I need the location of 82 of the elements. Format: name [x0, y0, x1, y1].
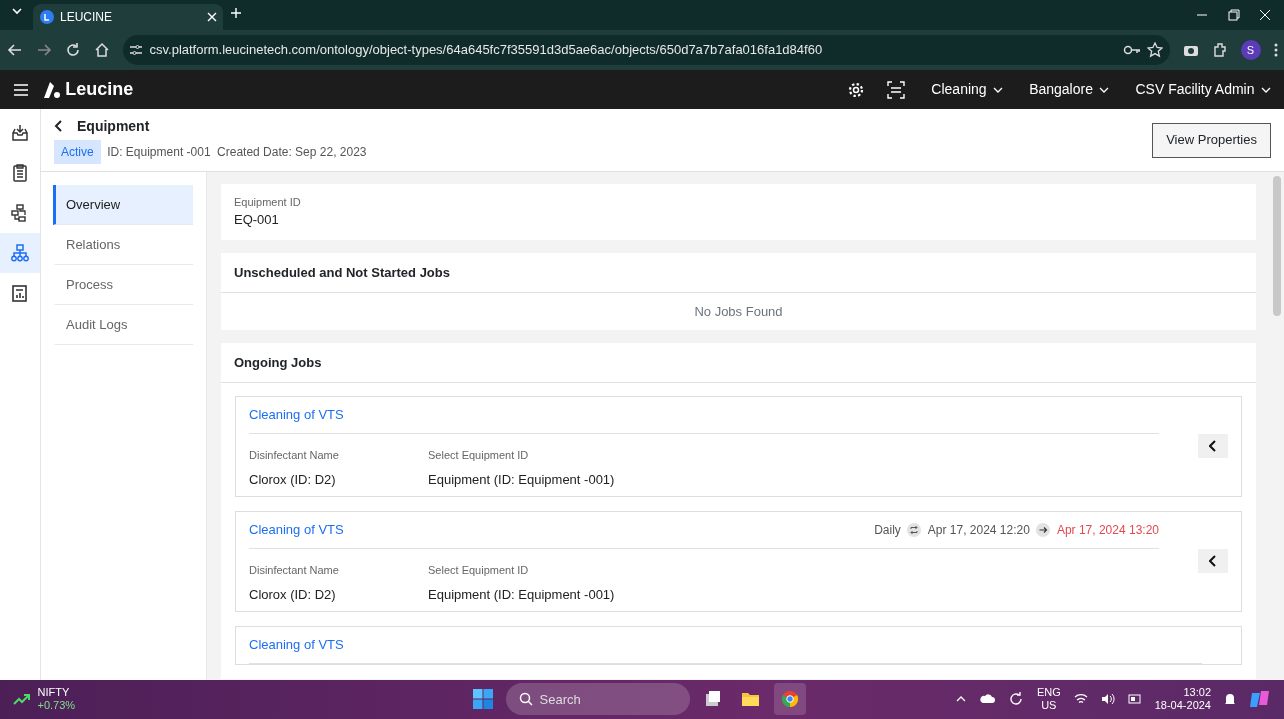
camera-icon[interactable]: [1182, 43, 1199, 58]
created-date-text: Created Date: Sep 22, 2023: [217, 144, 367, 162]
view-properties-button[interactable]: View Properties: [1152, 122, 1271, 158]
job-title-link[interactable]: Cleaning of VTS: [249, 520, 344, 540]
job-title-link[interactable]: Cleaning of VTS: [249, 635, 344, 655]
side-nav-tab[interactable]: Process: [53, 264, 193, 305]
field-label: Disinfectant Name: [249, 562, 340, 578]
close-icon[interactable]: [206, 12, 217, 22]
cloud-icon[interactable]: [978, 694, 995, 705]
close-icon[interactable]: [1259, 9, 1271, 21]
brand-name: Leucine: [65, 78, 134, 102]
frequency-text: Daily: [874, 521, 901, 539]
field-label: Equipment ID: [234, 194, 302, 210]
repeat-icon: [907, 522, 922, 537]
field-label: Select Equipment ID: [428, 562, 530, 578]
menu-icon[interactable]: [13, 82, 29, 97]
empty-state-text: No Jobs Found: [694, 302, 783, 321]
ticker-name: NIFTY: [37, 686, 71, 700]
field-label: Select Equipment ID: [428, 447, 530, 463]
end-time-text: Apr 17, 2024 13:20: [1056, 521, 1159, 539]
inbox-icon[interactable]: [10, 122, 30, 143]
search-icon: [519, 692, 533, 707]
section-title: Ongoing Jobs: [234, 353, 322, 372]
field-value: Clorox (ID: D2): [249, 585, 337, 604]
wifi-icon[interactable]: [1073, 693, 1088, 706]
status-badge: Active: [54, 140, 101, 165]
more-icon[interactable]: [1273, 42, 1278, 59]
report-icon[interactable]: [10, 282, 30, 303]
side-nav-tab[interactable]: Overview: [53, 184, 193, 225]
header-dropdown[interactable]: Bangalore: [1029, 79, 1110, 101]
trend-up-icon: [13, 693, 31, 706]
back-icon[interactable]: [54, 120, 64, 133]
extensions-icon[interactable]: [1211, 42, 1228, 59]
site-settings-icon[interactable]: [129, 43, 143, 58]
section-title: Unscheduled and Not Started Jobs: [234, 263, 450, 282]
logo-icon: [42, 79, 62, 100]
clipboard-icon[interactable]: [10, 162, 30, 183]
field-value: EQ-001: [234, 211, 280, 230]
language-indicator[interactable]: ENG US: [1036, 686, 1061, 713]
hierarchy-icon[interactable]: [10, 242, 30, 263]
app-logo-icon: [39, 10, 54, 24]
scrollbar[interactable]: [1270, 171, 1284, 680]
field-value: Equipment (ID: Equipment -001): [428, 470, 615, 489]
job-title-link[interactable]: Cleaning of VTS: [249, 405, 344, 425]
side-nav-tab[interactable]: Relations: [53, 224, 193, 265]
chevron-left-icon: [1209, 440, 1217, 453]
star-icon[interactable]: [1147, 42, 1163, 59]
header-dropdown[interactable]: Cleaning: [931, 79, 1004, 101]
caret-icon: [1099, 86, 1110, 93]
address-bar[interactable]: csv.platform.leucinetech.com/ontology/object-types/64a645fc7f35591d3d5ae6ac/objects/650d7a7b7afa016fa1d84f60: [122, 35, 1170, 66]
volume-icon[interactable]: [1100, 693, 1115, 706]
key-icon[interactable]: [1122, 44, 1141, 57]
scan-icon[interactable]: [887, 80, 906, 99]
collapse-button[interactable]: [1198, 549, 1228, 574]
equipment-id-text: ID: Equipment -001: [107, 144, 211, 162]
caret-icon: [993, 86, 1004, 93]
battery-icon[interactable]: [1127, 693, 1142, 706]
ticker-change: +0.73%: [37, 699, 76, 713]
header-dropdown[interactable]: CSV Facility Admin: [1135, 79, 1271, 101]
start-time-text: Apr 17, 2024 12:20: [927, 521, 1030, 539]
field-value: Equipment (ID: Equipment -001): [428, 585, 615, 604]
browser-icon[interactable]: [779, 689, 800, 710]
settings-icon[interactable]: [848, 81, 865, 98]
field-value: Clorox (ID: D2): [249, 470, 337, 489]
restore-icon[interactable]: [1227, 9, 1240, 21]
clock[interactable]: 13:02 18-04-2024: [1154, 685, 1211, 714]
field-label: Disinfectant Name: [249, 447, 340, 463]
chevron-up-icon[interactable]: [955, 696, 966, 703]
caret-icon: [1261, 86, 1271, 93]
page-title: Equipment: [77, 116, 150, 136]
bell-icon[interactable]: [1224, 692, 1236, 707]
taskbar-search[interactable]: Search: [506, 683, 690, 716]
copilot-icon[interactable]: [1249, 689, 1271, 710]
chevron-left-icon: [1209, 555, 1217, 568]
profile-avatar[interactable]: S: [1240, 40, 1261, 61]
reload-icon[interactable]: [64, 42, 81, 59]
home-icon[interactable]: [93, 42, 110, 59]
collapse-button[interactable]: [1198, 434, 1228, 459]
side-nav-tab[interactable]: Audit Logs: [53, 304, 193, 345]
start-icon[interactable]: [473, 689, 493, 710]
browser-tab[interactable]: LEUCINE: [33, 4, 223, 30]
sync-icon[interactable]: [1007, 691, 1024, 708]
